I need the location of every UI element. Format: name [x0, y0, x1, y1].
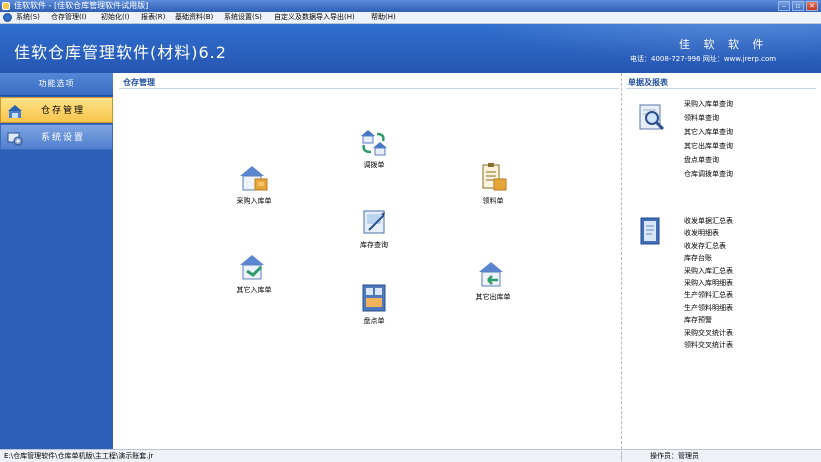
header-banner: 佳软仓库管理软件(材料)6.2 佳 软 软 件 电话：4008-727-996 … [0, 24, 821, 73]
report-link[interactable]: 库存台账 [684, 252, 733, 264]
minimize-button[interactable]: – [778, 1, 790, 11]
title-bar: 佳软软件 - [佳软仓库管理软件试用版] – ▫ ✕ [0, 0, 821, 12]
inventory-icon [362, 284, 386, 312]
query-link[interactable]: 盘点单查询 [684, 153, 733, 167]
section-divider [119, 88, 619, 89]
warehouse-icon [8, 105, 22, 118]
other-out-icon [479, 262, 503, 287]
query-link[interactable]: 领料单查询 [684, 111, 733, 125]
report-link[interactable]: 采购入库明细表 [684, 277, 733, 289]
app-logo-icon [3, 13, 12, 22]
transfer-label: 调拨单 [363, 161, 385, 169]
nav-warehouse[interactable]: 仓存管理 [0, 97, 113, 123]
func-stock-query[interactable]: 库存查询 [339, 206, 409, 250]
stock-query-icon [363, 210, 385, 234]
purchase-in-label: 采购入库单 [236, 197, 272, 205]
menu-bar: 系统(S) 仓存管理(I) 初始化(I) 报表(R) 基础资料(B) 系统设置(… [0, 12, 821, 24]
reports-panel: 单据及报表 采购入库单查询 领料单查询 其它入库单查询 其它出库单查询 盘点单查… [622, 73, 821, 449]
report-link[interactable]: 采购交叉统计表 [684, 327, 733, 339]
maximize-button[interactable]: ▫ [792, 1, 804, 11]
contact-info: 电话：4008-727-996 网址：www.jrerp.com [630, 55, 777, 63]
other-in-icon [240, 255, 264, 280]
settings-icon [7, 132, 23, 146]
report-list: 收发单据汇总表 收发明细表 收发存汇总表 库存台账 采购入库汇总表 采购入库明细… [684, 215, 733, 351]
report-link[interactable]: 领料交叉统计表 [684, 339, 733, 351]
other-out-label: 其它出库单 [475, 293, 511, 301]
menu-basic-data[interactable]: 基础资料(B) [175, 12, 213, 23]
panel-title: 功能选项 [0, 73, 113, 96]
transfer-icon [361, 130, 387, 156]
other-in-label: 其它入库单 [236, 286, 272, 294]
material-out-label: 领料单 [482, 197, 504, 205]
report-link[interactable]: 采购入库汇总表 [684, 265, 733, 277]
section-title: 仓存管理 [123, 78, 155, 87]
query-link[interactable]: 仓库调拨单查询 [684, 167, 733, 181]
func-purchase-in[interactable]: 采购入库单 [219, 162, 289, 206]
left-panel: 功能选项 仓存管理 系统设置 [0, 73, 113, 449]
menu-initialize[interactable]: 初始化(I) [101, 12, 130, 23]
query-magnifier-icon [639, 104, 665, 131]
nav-system-settings[interactable]: 系统设置 [0, 124, 113, 150]
close-button[interactable]: ✕ [806, 1, 818, 11]
inventory-label: 盘点单 [363, 317, 385, 325]
func-other-in[interactable]: 其它入库单 [219, 251, 289, 295]
status-path: E:\仓库管理软件\仓库单机版\主工程\演示账套.jr [4, 452, 154, 460]
menu-system-settings[interactable]: 系统设置(S) [224, 12, 262, 23]
query-link[interactable]: 其它出库单查询 [684, 139, 733, 153]
menu-reports[interactable]: 报表(R) [141, 12, 165, 23]
stock-query-label: 库存查询 [360, 241, 388, 249]
menu-import-export[interactable]: 自定义及数据导入导出(H) [274, 12, 355, 23]
reports-divider [626, 88, 816, 89]
status-separator [621, 451, 622, 461]
report-book-icon [640, 217, 660, 245]
status-bar: E:\仓库管理软件\仓库单机版\主工程\演示账套.jr 操作员：管理员 [0, 449, 821, 462]
purchase-in-icon [240, 166, 268, 191]
query-link[interactable]: 采购入库单查询 [684, 97, 733, 111]
menu-help[interactable]: 帮助(H) [371, 12, 396, 23]
report-link[interactable]: 收发单据汇总表 [684, 215, 733, 227]
query-link[interactable]: 其它入库单查询 [684, 125, 733, 139]
material-out-icon [482, 163, 507, 191]
func-transfer[interactable]: 调拨单 [339, 126, 409, 170]
report-link[interactable]: 收发明细表 [684, 227, 733, 239]
app-title: 佳软仓库管理软件(材料)6.2 [14, 43, 227, 62]
report-link[interactable]: 库存预警 [684, 314, 733, 326]
menu-warehouse[interactable]: 仓存管理(I) [51, 12, 87, 23]
status-operator: 操作员：管理员 [650, 452, 699, 460]
window-title: 佳软软件 - [佳软仓库管理软件试用版] [14, 1, 149, 10]
nav-warehouse-label: 仓存管理 [41, 106, 86, 116]
reports-title: 单据及报表 [628, 78, 668, 87]
menu-system[interactable]: 系统(S) [16, 12, 40, 23]
app-icon [2, 2, 10, 10]
company-name: 佳 软 软 件 [679, 38, 769, 51]
func-inventory[interactable]: 盘点单 [339, 282, 409, 326]
nav-system-label: 系统设置 [41, 133, 86, 143]
report-link[interactable]: 生产领料明细表 [684, 302, 733, 314]
func-material-out[interactable]: 领料单 [458, 162, 528, 206]
func-other-out[interactable]: 其它出库单 [458, 258, 528, 302]
query-list: 采购入库单查询 领料单查询 其它入库单查询 其它出库单查询 盘点单查询 仓库调拨… [684, 97, 733, 181]
report-link[interactable]: 生产领料汇总表 [684, 289, 733, 301]
main-panel: 仓存管理 调拨单 采购入库单 领料单 库存查询 其它入库单 其它出库单 盘点单 [113, 73, 621, 449]
report-link[interactable]: 收发存汇总表 [684, 240, 733, 252]
